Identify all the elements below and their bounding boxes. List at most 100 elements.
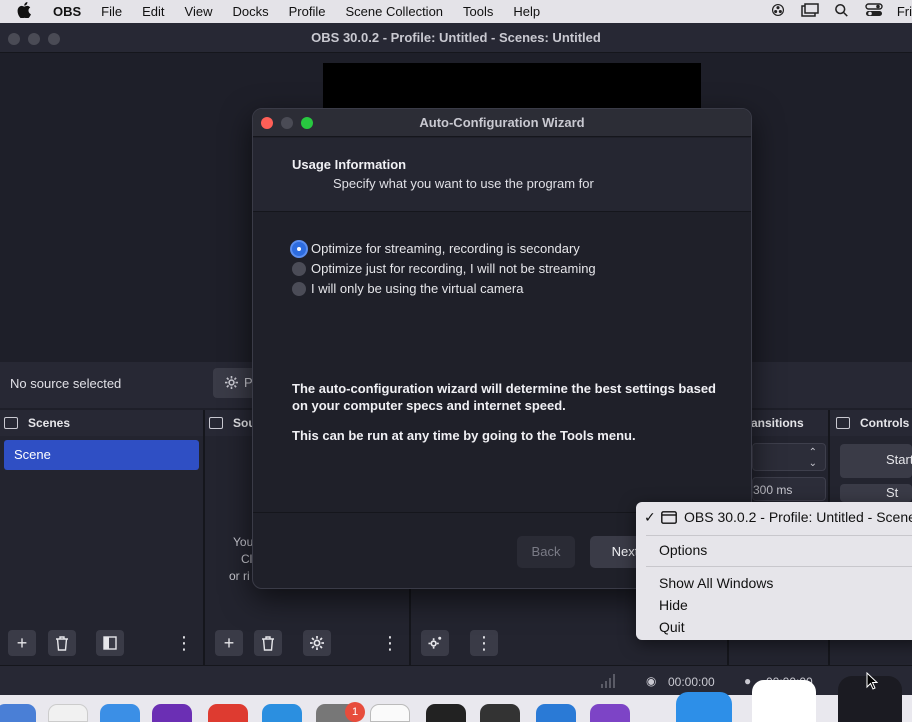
obs-minimize-button[interactable] bbox=[28, 33, 40, 45]
radio-button-checked[interactable] bbox=[292, 241, 306, 256]
mouse-cursor-icon bbox=[866, 672, 878, 690]
start-streaming-button[interactable]: Start bbox=[840, 444, 912, 478]
finder-icon[interactable] bbox=[0, 704, 36, 722]
wizard-info-line-3: This can be run at any time by going to … bbox=[292, 428, 636, 443]
safari-icon[interactable] bbox=[100, 704, 140, 722]
wizard-close-button[interactable] bbox=[261, 117, 273, 129]
context-menu-quit[interactable]: Quit bbox=[659, 619, 685, 635]
mail-icon[interactable] bbox=[262, 704, 302, 722]
transition-duration-value: 300 ms bbox=[753, 483, 793, 497]
dock-window-icon bbox=[4, 417, 18, 429]
window-icon bbox=[661, 511, 677, 524]
obs-zoom-button[interactable] bbox=[48, 33, 60, 45]
add-scene-button[interactable]: + bbox=[8, 630, 36, 656]
add-source-button[interactable]: + bbox=[215, 630, 243, 656]
controls-dock-title: Controls bbox=[860, 416, 910, 430]
option-streaming[interactable]: Optimize for streaming, recording is sec… bbox=[292, 241, 580, 256]
wizard-title: Auto-Configuration Wizard bbox=[419, 115, 585, 130]
menu-scene-collection[interactable]: Scene Collection bbox=[345, 4, 443, 19]
obs-close-button[interactable] bbox=[8, 33, 20, 45]
start-recording-button[interactable]: St bbox=[840, 484, 912, 502]
obs-window-titlebar: OBS 30.0.2 - Profile: Untitled - Scenes:… bbox=[0, 23, 912, 53]
signal-bars-icon bbox=[601, 674, 615, 688]
controls-dock-header: Controls bbox=[830, 410, 912, 436]
option-recording-label: Optimize just for recording, I will not … bbox=[311, 261, 596, 276]
mixer-more-button[interactable]: ⋮ bbox=[470, 630, 498, 656]
context-menu-window-item[interactable]: OBS 30.0.2 - Profile: Untitled - Scenes bbox=[684, 509, 912, 525]
menu-help[interactable]: Help bbox=[513, 4, 540, 19]
launchpad-icon[interactable] bbox=[48, 704, 88, 722]
menu-edit[interactable]: Edit bbox=[142, 4, 164, 19]
scenes-dock-title: Scenes bbox=[28, 416, 71, 430]
control-center-icon[interactable] bbox=[865, 3, 883, 20]
sources-hint-line-3: or ri bbox=[229, 569, 250, 583]
dock-window-icon bbox=[209, 417, 223, 429]
transition-duration-field[interactable]: 300 ms bbox=[752, 477, 826, 501]
wizard-header-title: Usage Information bbox=[292, 157, 407, 172]
plus-icon: + bbox=[16, 633, 28, 653]
start-recording-label: St bbox=[886, 485, 899, 500]
window-switcher-icon[interactable] bbox=[801, 3, 819, 20]
menu-clock[interactable]: Fri bbox=[897, 4, 912, 19]
context-menu-show-all-windows[interactable]: Show All Windows bbox=[659, 575, 773, 591]
wizard-titlebar: Auto-Configuration Wizard bbox=[253, 109, 751, 137]
macos-menu-bar: OBS File Edit View Docks Profile Scene C… bbox=[0, 0, 912, 23]
transition-select[interactable]: ⌃ ⌄ bbox=[752, 443, 826, 471]
back-button[interactable]: Back bbox=[517, 536, 575, 568]
menu-bar-status-area: Fri bbox=[769, 0, 912, 23]
wizard-info-line-2: on your computer specs and internet spee… bbox=[292, 398, 566, 413]
context-menu-options[interactable]: Options bbox=[659, 542, 707, 558]
menu-tools[interactable]: Tools bbox=[463, 4, 493, 19]
scenes-more-button[interactable]: ⋮ bbox=[170, 630, 198, 656]
firefox-icon[interactable] bbox=[152, 704, 192, 722]
wizard-zoom-button[interactable] bbox=[301, 117, 313, 129]
obs-status-icon[interactable] bbox=[769, 3, 787, 20]
stream-broadcast-icon: ◉ bbox=[646, 674, 657, 688]
mixer-settings-button[interactable] bbox=[421, 630, 449, 656]
weather-icon[interactable] bbox=[676, 692, 732, 722]
sources-hint-line-1: You bbox=[233, 535, 254, 549]
gear-icon bbox=[310, 636, 324, 650]
remove-source-button[interactable] bbox=[254, 630, 282, 656]
option-recording[interactable]: Optimize just for recording, I will not … bbox=[292, 261, 596, 276]
menu-file[interactable]: File bbox=[101, 4, 122, 19]
spotlight-search-icon[interactable] bbox=[833, 3, 851, 20]
more-vertical-icon: ⋮ bbox=[175, 633, 193, 653]
source-properties-button[interactable] bbox=[303, 630, 331, 656]
wizard-header: Usage Information Specify what you want … bbox=[253, 138, 751, 212]
scenes-dock: Scenes Scene bbox=[0, 410, 205, 665]
context-menu-hide[interactable]: Hide bbox=[659, 597, 688, 613]
preview-canvas[interactable] bbox=[323, 63, 701, 108]
menu-separator bbox=[646, 535, 912, 536]
terminal-icon[interactable] bbox=[426, 704, 466, 722]
record-icon: ● bbox=[744, 674, 752, 688]
transitions-dock-title: ansitions bbox=[751, 416, 804, 430]
apple-icon[interactable] bbox=[17, 1, 37, 22]
sources-more-button[interactable]: ⋮ bbox=[376, 630, 404, 656]
scene-list-item[interactable]: Scene bbox=[4, 440, 199, 470]
freeform-icon[interactable] bbox=[752, 680, 816, 722]
chrome-icon[interactable] bbox=[208, 704, 248, 722]
radio-button[interactable] bbox=[292, 261, 306, 276]
menu-separator bbox=[646, 566, 912, 567]
remove-scene-button[interactable] bbox=[48, 630, 76, 656]
no-source-label: No source selected bbox=[10, 376, 122, 391]
radio-button[interactable] bbox=[292, 281, 306, 296]
dock-window-icon bbox=[836, 417, 850, 429]
script-editor-icon[interactable] bbox=[480, 704, 520, 722]
menu-view[interactable]: View bbox=[185, 4, 213, 19]
wizard-minimize-button[interactable] bbox=[281, 117, 293, 129]
menu-profile[interactable]: Profile bbox=[289, 4, 326, 19]
vscode-icon[interactable] bbox=[536, 704, 576, 722]
option-streaming-label: Optimize for streaming, recording is sec… bbox=[311, 241, 580, 256]
trash-icon bbox=[56, 636, 68, 651]
scene-filters-button[interactable] bbox=[96, 630, 124, 656]
menu-docks[interactable]: Docks bbox=[232, 4, 268, 19]
visual-studio-icon[interactable] bbox=[590, 704, 630, 722]
textedit-icon[interactable] bbox=[370, 704, 410, 722]
checkmark-icon: ✓ bbox=[644, 509, 656, 525]
menu-app-obs[interactable]: OBS bbox=[53, 4, 81, 19]
dock-context-menu: ✓ OBS 30.0.2 - Profile: Untitled - Scene… bbox=[636, 502, 912, 640]
gears-icon bbox=[427, 636, 441, 649]
option-virtual-camera[interactable]: I will only be using the virtual camera bbox=[292, 281, 523, 296]
